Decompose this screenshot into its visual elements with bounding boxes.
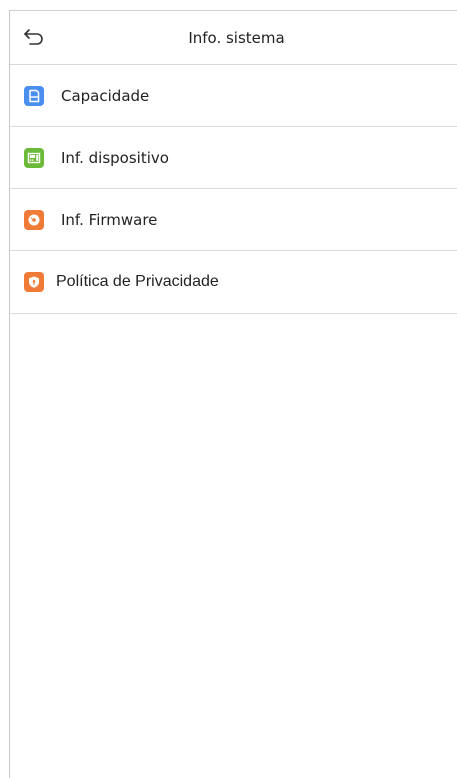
menu-item-inf-firmware[interactable]: Inf. Firmware bbox=[10, 189, 457, 251]
menu-item-label: Inf. Firmware bbox=[61, 210, 158, 229]
privacy-shield-icon bbox=[24, 272, 44, 292]
firmware-disc-icon bbox=[24, 209, 44, 230]
menu-item-label: Capacidade bbox=[61, 86, 150, 105]
menu-list: Capacidade Inf. dispositivo Inf. Firmwar… bbox=[10, 65, 457, 314]
page-title: Info. sistema bbox=[188, 28, 285, 47]
system-info-screen: Info. sistema Capacidade Inf. dispositiv… bbox=[9, 10, 457, 778]
sd-card-icon bbox=[24, 85, 44, 106]
menu-item-label: Inf. dispositivo bbox=[61, 148, 169, 167]
device-icon bbox=[24, 147, 44, 168]
back-arrow-icon[interactable] bbox=[22, 25, 46, 49]
menu-item-inf-dispositivo[interactable]: Inf. dispositivo bbox=[10, 127, 457, 189]
menu-item-politica-de-privacidade[interactable]: Política de Privacidade bbox=[10, 251, 457, 314]
menu-item-label: Política de Privacidade bbox=[56, 273, 219, 290]
menu-item-capacidade[interactable]: Capacidade bbox=[10, 65, 457, 127]
header-bar: Info. sistema bbox=[10, 11, 457, 65]
